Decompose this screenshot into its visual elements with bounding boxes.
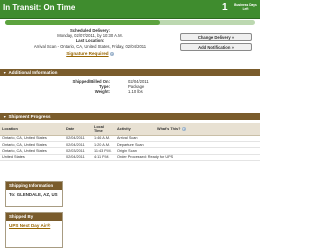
- whats-this-link[interactable]: What's This?: [157, 127, 180, 131]
- shipment-progress-header[interactable]: ▼ Shipment Progress: [0, 113, 260, 120]
- collapse-triangle-icon: ▼: [3, 115, 7, 119]
- weight-value: 1.10 lbs: [128, 89, 143, 95]
- col-activity: Activity: [115, 123, 155, 136]
- collapse-triangle-icon: ▼: [3, 71, 7, 75]
- help-icon[interactable]: ?: [181, 126, 186, 131]
- days-left-count: 1: [222, 2, 228, 13]
- row-location: United States: [0, 154, 64, 162]
- change-delivery-button[interactable]: Change Delivery »: [180, 33, 252, 41]
- additional-info-title: Additional Information: [8, 70, 58, 75]
- additional-info-panel: Shipped/Billed On: 02/04/2011 Type: Pack…: [0, 79, 260, 95]
- col-whats-this: What's This? ?: [155, 123, 260, 136]
- row-activity: Order Processed: Ready for UPS: [115, 154, 260, 162]
- row-date: 02/04/2011: [64, 154, 92, 162]
- last-location-value: Arrival Scan - Ontario, CA, United State…: [33, 43, 147, 49]
- service-link[interactable]: UPS Next Day Air®: [9, 223, 50, 228]
- col-location: Location: [0, 123, 64, 136]
- add-notification-button[interactable]: Add Notification »: [180, 43, 252, 51]
- weight-label: Weight:: [94, 89, 110, 95]
- progress-fill: [5, 20, 160, 25]
- delivery-info: Scheduled Delivery: Monday, 02/07/2011, …: [20, 28, 160, 56]
- shipping-information-box: Shipping Information To: GLENDALE, AZ, U…: [5, 181, 63, 207]
- signature-required-link[interactable]: Signature Required: [66, 51, 108, 56]
- shipped-by-box: Shipped By UPS Next Day Air®: [5, 212, 63, 248]
- days-left-label: Business Days Left: [234, 3, 257, 11]
- table-header-row: Location Date Local Time Activity What's…: [0, 123, 260, 136]
- shipment-progress-title: Shipment Progress: [8, 114, 51, 119]
- shipment-progress-table: Location Date Local Time Activity What's…: [0, 123, 260, 162]
- table-row: United States 02/04/2011 4:11 P.M. Order…: [0, 154, 260, 162]
- to-value: GLENDALE, AZ, US: [16, 192, 58, 197]
- progress-bar: [5, 20, 255, 25]
- to-label: To:: [9, 192, 16, 197]
- status-title: In Transit: On Time: [3, 3, 76, 12]
- col-local-time: Local Time: [92, 123, 115, 136]
- shipping-information-title: Shipping Information: [6, 182, 62, 190]
- col-date: Date: [64, 123, 92, 136]
- additional-info-header[interactable]: ▼ Additional Information: [0, 69, 260, 76]
- row-time: 4:11 P.M.: [92, 154, 115, 162]
- info-row: Weight: 1.10 lbs: [0, 89, 260, 94]
- help-icon[interactable]: ?: [109, 51, 114, 56]
- shipped-by-title: Shipped By: [6, 213, 62, 221]
- status-header: In Transit: On Time 1 Business Days Left: [0, 0, 260, 19]
